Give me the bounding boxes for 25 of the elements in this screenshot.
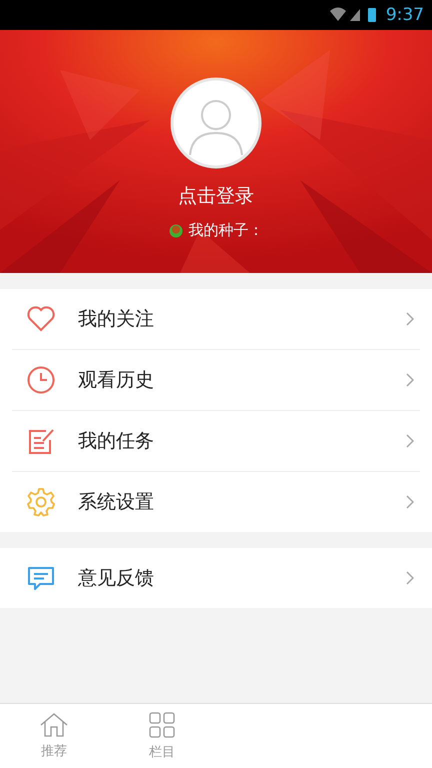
seeds-label: 我的种子： <box>188 221 264 240</box>
menu-label: 系统设置 <box>78 490 155 515</box>
chevron-icon <box>406 312 414 326</box>
login-button[interactable]: 点击登录 <box>178 183 254 209</box>
signal-icons <box>328 5 378 25</box>
heart-icon <box>26 304 56 334</box>
grid-icon <box>148 711 176 739</box>
menu-label: 意见反馈 <box>78 566 155 591</box>
menu-item[interactable]: 观看历史 <box>12 350 420 411</box>
chevron-icon <box>406 571 414 585</box>
gear-icon <box>26 487 56 517</box>
clock-icon <box>26 365 56 395</box>
seed-icon <box>168 224 182 238</box>
menu-item[interactable]: 我的关注 <box>12 289 420 350</box>
avatar[interactable] <box>170 77 262 169</box>
home-icon <box>39 712 69 738</box>
clock-time: 9:37 <box>386 5 424 25</box>
chevron-icon <box>406 373 414 387</box>
menu-label: 我的任务 <box>78 429 155 454</box>
menu-label: 观看历史 <box>78 368 155 393</box>
menu-label: 我的关注 <box>78 307 155 332</box>
menu-item[interactable]: 我的任务 <box>12 411 420 472</box>
chevron-icon <box>406 495 414 509</box>
menu-item[interactable]: 系统设置 <box>12 472 420 532</box>
chevron-icon <box>406 434 414 448</box>
